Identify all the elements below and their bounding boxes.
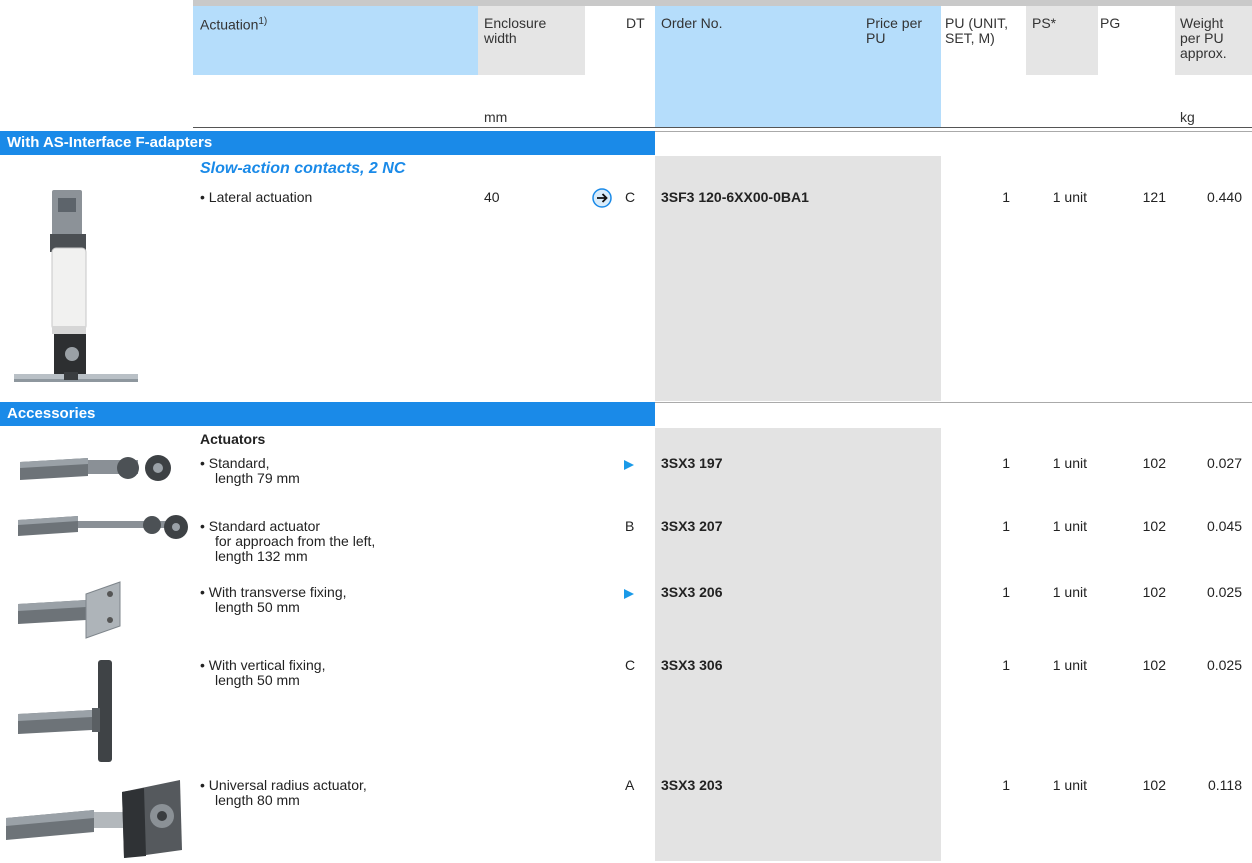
column-header-pu: PU (UNIT, SET, M) — [945, 15, 1008, 46]
column-header-enclosure-width: Enclosure width — [484, 15, 547, 46]
pg-value: 121 — [1142, 189, 1166, 205]
weight-value: 0.440 — [1206, 189, 1242, 205]
ps-value: 1 unit — [1052, 584, 1087, 600]
ps-value: 1 unit — [1052, 455, 1087, 471]
column-header-dt: DT — [626, 15, 645, 31]
weight-value: 0.027 — [1206, 455, 1242, 471]
unit-mm: mm — [484, 109, 508, 125]
weight-value: 0.025 — [1206, 584, 1242, 600]
standard-actuator-image — [18, 446, 178, 491]
row-description: • Standard, length 79 mm — [200, 455, 300, 486]
enclosure-width-value: 40 — [484, 189, 500, 205]
order-column-bg — [655, 428, 941, 861]
pu-value: 1 — [1002, 777, 1010, 793]
pg-value: 102 — [1142, 657, 1166, 673]
row-description: • Universal radius actuator, length 80 mm — [200, 777, 367, 808]
section-heading-asi: With AS-Interface F-adapters — [0, 131, 655, 155]
weight-value: 0.118 — [1208, 777, 1242, 793]
group-heading-slow-action: Slow-action contacts, 2 NC — [200, 160, 406, 177]
column-header-weight: Weight per PU approx. — [1180, 15, 1227, 61]
column-header-order-no: Order No. — [661, 15, 723, 31]
row-description: • Standard actuator for approach from the… — [200, 518, 376, 564]
weight-value: 0.045 — [1206, 518, 1242, 534]
section-rule — [655, 131, 1252, 132]
right-triangle-marker-icon — [623, 587, 635, 603]
ps-value: 1 unit — [1052, 777, 1087, 793]
section-rule — [655, 402, 1252, 403]
safety-switch-image — [14, 186, 138, 386]
unit-kg: kg — [1180, 109, 1195, 125]
pu-value: 1 — [1002, 518, 1010, 534]
weight-value: 0.025 — [1206, 657, 1242, 673]
order-number: 3SX3 197 — [661, 455, 723, 471]
circled-right-arrow-icon — [592, 188, 612, 211]
pg-value: 102 — [1142, 518, 1166, 534]
ps-value: 1 unit — [1052, 189, 1087, 205]
right-triangle-marker-icon — [623, 458, 635, 474]
left-approach-actuator-image — [16, 508, 192, 546]
order-number: 3SX3 203 — [661, 777, 723, 793]
column-header-price: Price per PU — [866, 15, 923, 46]
dt-value: C — [625, 657, 636, 673]
pu-value: 1 — [1002, 657, 1010, 673]
vertical-fixing-actuator-image — [16, 658, 116, 764]
pu-value: 1 — [1002, 584, 1010, 600]
column-header-pg: PG — [1100, 15, 1121, 31]
transverse-fixing-actuator-image — [16, 580, 126, 640]
group-heading-actuators: Actuators — [200, 431, 266, 447]
ps-value: 1 unit — [1052, 657, 1087, 673]
dt-value: B — [625, 518, 635, 534]
pu-value: 1 — [1002, 455, 1010, 471]
ps-value: 1 unit — [1052, 518, 1087, 534]
pu-value: 1 — [1002, 189, 1010, 205]
row-description: • With vertical fixing, length 50 mm — [200, 657, 326, 688]
row-description: • Lateral actuation — [200, 189, 313, 205]
order-number: 3SF3 120-6XX00-0BA1 — [661, 189, 809, 205]
pg-value: 102 — [1142, 455, 1166, 471]
column-header-ps: PS* — [1032, 15, 1057, 31]
pg-value: 102 — [1142, 777, 1166, 793]
universal-radius-actuator-image — [4, 778, 184, 860]
column-header-actuation: Actuation1) — [200, 16, 268, 33]
row-description: • With transverse fixing, length 50 mm — [200, 584, 347, 615]
header-bottom-rule — [193, 127, 1252, 128]
pg-value: 102 — [1142, 584, 1166, 600]
section-heading-accessories: Accessories — [0, 402, 655, 426]
order-number: 3SX3 207 — [661, 518, 723, 534]
order-number: 3SX3 206 — [661, 584, 723, 600]
dt-value: A — [625, 777, 635, 793]
dt-value: C — [625, 189, 636, 205]
order-number: 3SX3 306 — [661, 657, 723, 673]
